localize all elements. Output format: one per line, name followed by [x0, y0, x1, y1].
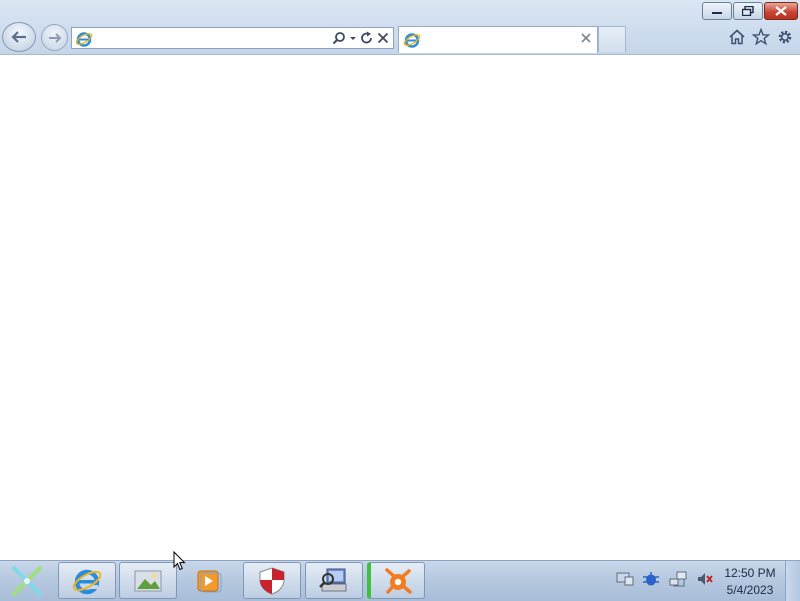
- display-icon[interactable]: [616, 571, 634, 587]
- computer-scan-icon: [319, 568, 347, 591]
- clock-time: 12:50 PM: [724, 566, 776, 580]
- clock[interactable]: 12:50 PM 5/4/2023: [715, 565, 785, 599]
- back-button[interactable]: [2, 22, 36, 52]
- taskbar-media-player[interactable]: [180, 562, 238, 599]
- address-tools: [332, 29, 389, 47]
- tab-active[interactable]: [398, 26, 598, 53]
- page-content: [0, 55, 800, 560]
- taskbar-network-scanner[interactable]: [305, 562, 363, 599]
- browser-chrome: [0, 0, 800, 55]
- volume-muted-icon[interactable]: [696, 571, 714, 587]
- command-icons: [728, 28, 794, 46]
- start-x-logo-icon: [12, 566, 42, 596]
- minimize-button[interactable]: [702, 2, 732, 20]
- ie-logo-icon: [403, 33, 421, 48]
- refresh-icon[interactable]: [360, 31, 374, 45]
- forward-arrow-icon: [48, 32, 61, 43]
- search-icon[interactable]: [332, 31, 346, 45]
- tools-gear-icon[interactable]: [776, 28, 794, 46]
- minimize-icon: [712, 12, 722, 14]
- start-button[interactable]: [2, 562, 52, 600]
- taskbar-image-viewer[interactable]: [119, 562, 177, 599]
- dropdown-arrow-icon[interactable]: [349, 31, 357, 45]
- media-player-icon: [197, 570, 222, 592]
- new-tab-button[interactable]: [598, 26, 626, 52]
- tab-close-icon[interactable]: [580, 32, 592, 44]
- system-tray: [616, 571, 714, 587]
- stop-icon[interactable]: [377, 31, 389, 45]
- taskbar-avast-antivirus[interactable]: [367, 562, 425, 599]
- close-icon: [775, 6, 787, 16]
- network-icon[interactable]: [668, 571, 688, 587]
- close-button[interactable]: [764, 2, 798, 20]
- taskbar: 12:50 PM 5/4/2023: [0, 560, 800, 601]
- restore-button[interactable]: [733, 2, 763, 20]
- clock-date: 5/4/2023: [726, 583, 774, 597]
- address-bar[interactable]: [71, 27, 394, 49]
- forward-button[interactable]: [41, 24, 68, 51]
- taskbar-security-shield[interactable]: [243, 562, 301, 599]
- shield-icon: [259, 566, 285, 595]
- mouse-cursor-icon: [173, 551, 186, 571]
- avast-icon: [384, 567, 412, 594]
- ie-logo-icon: [75, 32, 93, 47]
- taskbar-internet-explorer[interactable]: [58, 562, 116, 599]
- address-input[interactable]: [96, 29, 330, 49]
- network-bug-icon[interactable]: [642, 571, 660, 587]
- back-arrow-icon: [11, 31, 26, 43]
- window-controls: [702, 2, 798, 20]
- restore-icon: [742, 6, 754, 16]
- home-icon[interactable]: [728, 28, 746, 46]
- ie-logo-icon: [72, 569, 102, 594]
- show-desktop-button[interactable]: [785, 561, 800, 601]
- favorites-star-icon[interactable]: [752, 28, 770, 46]
- photo-viewer-icon: [134, 570, 162, 591]
